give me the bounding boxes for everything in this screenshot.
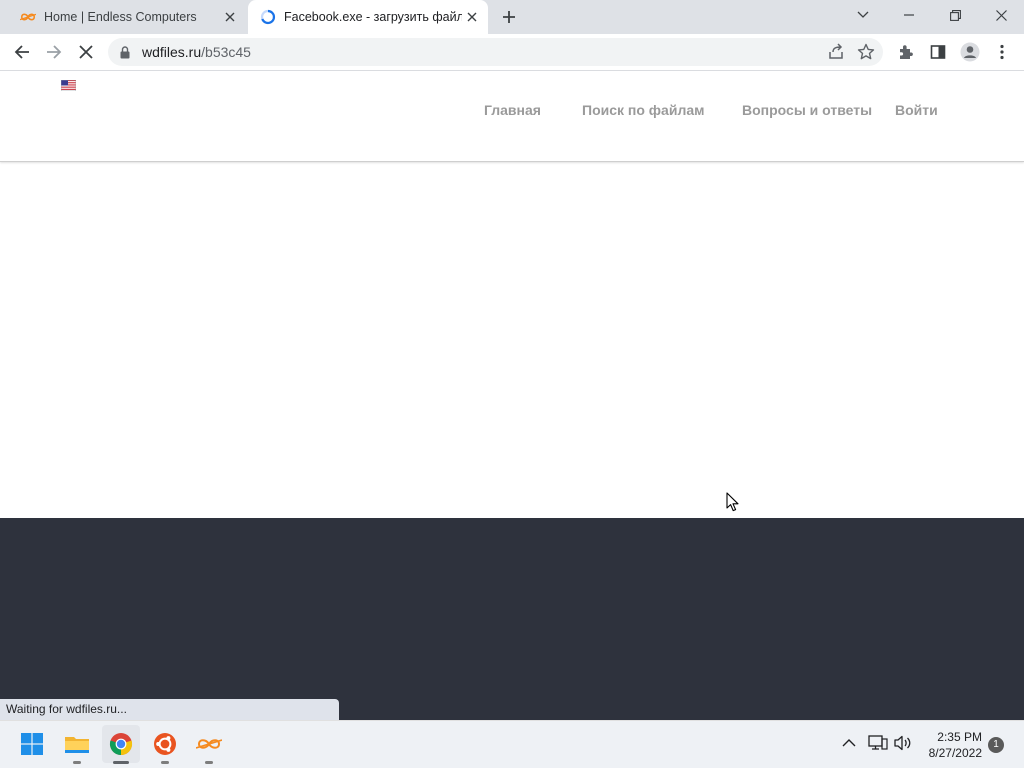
endless-logo-icon — [20, 9, 36, 25]
file-explorer-icon — [65, 737, 89, 753]
mouse-cursor-icon — [726, 492, 739, 512]
tray-chevron-up-icon[interactable] — [842, 735, 856, 753]
clock-date: 8/27/2022 — [928, 746, 982, 760]
share-icon[interactable] — [827, 43, 845, 66]
url-path: /b53c45 — [201, 44, 251, 60]
side-panel-icon — [930, 45, 946, 59]
nav-faq-label: Вопросы и ответы — [742, 102, 873, 118]
tab-home-endless-computers[interactable]: Home | Endless Computers — [8, 0, 246, 34]
tab-facebook-exe[interactable]: Facebook.exe - загрузить файл — [248, 0, 488, 34]
url-host: wdfiles.ru — [142, 44, 202, 60]
nav-file-search[interactable]: Поиск по файлам — [582, 102, 704, 118]
system-clock[interactable]: 2:35 PM 8/27/2022 — [916, 729, 982, 761]
back-button[interactable] — [9, 39, 35, 65]
chrome-taskbar-button[interactable] — [102, 725, 140, 764]
start-button[interactable] — [13, 725, 51, 763]
restore-button[interactable] — [932, 0, 978, 30]
stop-icon — [79, 45, 93, 59]
running-indicator — [205, 761, 213, 764]
tab-strip: Home | Endless Computers Facebook.exe - … — [0, 0, 1024, 34]
endless-taskbar-button[interactable] — [190, 725, 228, 764]
extensions-button[interactable] — [893, 39, 919, 65]
notification-badge[interactable]: 1 — [988, 737, 1004, 753]
running-indicator — [161, 761, 169, 764]
chevron-down-icon — [857, 11, 869, 18]
tab-close-icon[interactable] — [462, 7, 482, 27]
lock-icon — [120, 45, 134, 59]
windows-taskbar: 2:35 PM 8/27/2022 1 — [0, 720, 1024, 768]
browser-toolbar: wdfiles.ru/b53c45 — [0, 34, 1024, 71]
endless-icon — [196, 739, 222, 749]
start-icon — [21, 733, 43, 755]
site-header: Главная Поиск по файлам Вопросы и ответы… — [0, 71, 1024, 162]
nav-file-search-label: Поиск по файлам — [582, 102, 705, 118]
running-indicator — [73, 761, 81, 764]
arrow-right-icon — [47, 45, 62, 59]
minimize-icon — [904, 14, 914, 16]
ubuntu-taskbar-button[interactable] — [146, 725, 184, 764]
stop-button[interactable] — [73, 39, 99, 65]
nav-faq[interactable]: Вопросы и ответы — [742, 102, 872, 118]
nav-home-label: Главная — [484, 102, 541, 118]
nav-login[interactable]: Войти — [895, 102, 938, 118]
site-footer — [0, 518, 1024, 720]
menu-button[interactable] — [989, 39, 1015, 65]
close-window-button[interactable] — [978, 0, 1024, 30]
nav-home[interactable]: Главная — [484, 102, 541, 118]
arrow-left-icon — [14, 45, 29, 59]
active-indicator — [113, 761, 129, 764]
bookmark-star-icon[interactable] — [857, 43, 875, 66]
file-explorer-button[interactable] — [58, 725, 96, 764]
address-bar[interactable]: wdfiles.ru/b53c45 — [108, 38, 883, 66]
minimize-button[interactable] — [886, 0, 932, 30]
tab-search-button[interactable] — [840, 0, 886, 30]
nav-login-label: Войти — [895, 102, 938, 118]
plus-icon — [503, 11, 515, 23]
puzzle-icon — [900, 45, 913, 59]
page-viewport: Главная Поиск по файлам Вопросы и ответы… — [0, 71, 1024, 720]
close-icon — [995, 9, 1007, 21]
network-icon[interactable] — [868, 734, 888, 757]
ubuntu-icon — [154, 733, 176, 755]
forward-button[interactable] — [41, 39, 67, 65]
tab-close-icon[interactable] — [220, 7, 240, 27]
clock-time: 2:35 PM — [937, 730, 982, 744]
status-bubble: Waiting for wdfiles.ru... — [0, 699, 339, 720]
profile-button[interactable] — [957, 39, 983, 65]
url-text: wdfiles.ru/b53c45 — [142, 44, 251, 60]
volume-icon[interactable] — [893, 734, 913, 757]
side-panel-button[interactable] — [925, 39, 951, 65]
kebab-menu-icon — [1000, 44, 1004, 60]
new-tab-button[interactable] — [498, 6, 520, 28]
us-flag-icon[interactable] — [61, 80, 76, 91]
tab-title: Facebook.exe - загрузить файл — [284, 10, 462, 24]
tab-title: Home | Endless Computers — [44, 10, 197, 24]
profile-avatar-icon — [960, 42, 980, 62]
restore-icon — [949, 9, 961, 21]
chrome-icon — [109, 733, 133, 756]
loading-spinner-icon — [260, 9, 276, 25]
